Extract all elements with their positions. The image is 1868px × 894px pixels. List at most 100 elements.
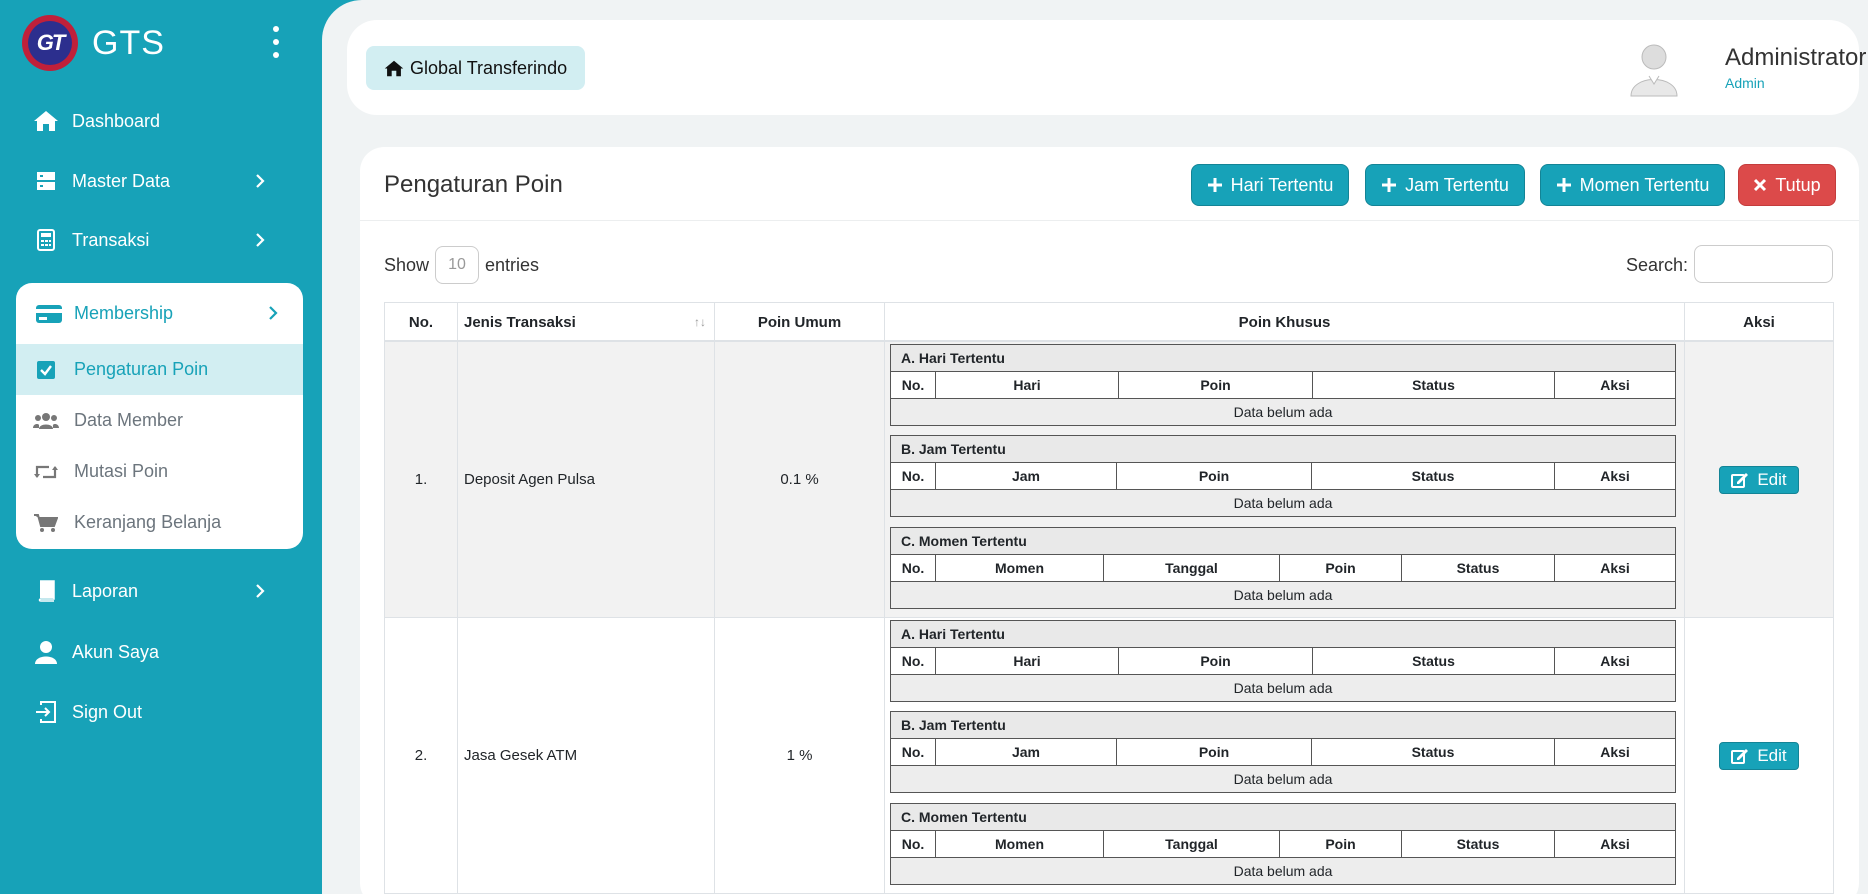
sub-table-empty: Data belum ada [891,582,1675,608]
chevron-right-icon [256,584,265,598]
button-label: Jam Tertentu [1405,174,1509,195]
sidebar: GT GTS Dashboard Master Data Transaksi M… [0,0,322,894]
cell-poin-khusus: A. Hari Tertentu No. Hari Poin Status Ak… [885,618,1685,893]
sub-table-header: No. Jam Poin Status Aksi [891,739,1675,766]
sub-col-aksi: Aksi [1600,560,1630,576]
users-icon [32,410,60,432]
brand[interactable]: GT GTS [22,14,165,72]
header-label: Jenis Transaksi [464,313,576,331]
header-poin-umum[interactable]: Poin Umum [715,303,885,341]
sub-col-poin: Poin [1280,831,1402,857]
sidebar-subitem-label: Keranjang Belanja [74,512,222,532]
cell-poin-umum: 0.1 % [715,342,885,617]
sub-col-hari: Hari [936,372,1119,398]
sidebar-subitem-keranjang-belanja[interactable]: Keranjang Belanja [16,497,303,548]
sub-col-aksi: Aksi [1600,653,1630,669]
sidebar-item-membership[interactable]: Membership [16,283,303,344]
chevron-right-icon [256,174,265,188]
sub-col-aksi: Aksi [1600,744,1630,760]
calculator-icon [32,228,60,252]
show-entries: Show 10 entries [384,245,539,285]
chevron-right-icon [256,233,265,247]
sub-col-status: Status [1313,372,1555,398]
sign-out-icon [32,700,60,724]
search-label: Search: [1626,255,1689,275]
sub-col-status: Status [1312,739,1555,765]
sidebar-item-label: Dashboard [72,110,161,131]
sidebar-item-label: Membership [74,303,174,323]
sub-table-title: A. Hari Tertentu [891,345,1675,372]
sidebar-item-transaksi[interactable]: Transaksi [32,220,290,260]
edit-button[interactable]: Edit [1719,741,1799,770]
sub-table-header: No. Hari Poin Status Aksi [891,372,1675,399]
entries-select[interactable]: 10 [435,246,480,284]
sidebar-item-sign-out[interactable]: Sign Out [32,692,290,732]
add-momen-tertentu-button[interactable]: Momen Tertentu [1540,164,1725,206]
cell-aksi: Edit [1685,618,1833,893]
edit-label: Edit [1757,469,1787,489]
pengaturan-poin-card: Pengaturan Poin Hari Tertentu Jam Terten… [360,147,1859,894]
table-header: No. Jenis Transaksi ↑↓ Poin Umum Poin Kh… [384,302,1834,342]
brand-name: GTS [92,23,165,62]
entries-label: entries [485,254,540,275]
close-icon [1753,178,1767,192]
check-square-icon [32,359,60,381]
cell-poin-umum: 1 % [715,618,885,893]
sidebar-item-master-data[interactable]: Master Data [32,161,290,201]
cell-poin-khusus: A. Hari Tertentu No. Hari Poin Status Ak… [885,342,1685,617]
sub-table-jam: B. Jam Tertentu No. Jam Poin Status Aksi… [890,711,1676,793]
sub-col-no: No. [891,555,936,581]
sub-col-status: Status [1313,648,1555,674]
sub-col-aksi: Aksi [1600,836,1630,852]
breadcrumb-home[interactable]: Global Transferindo [366,46,586,90]
sub-col-poin: Poin [1119,648,1313,674]
header-aksi[interactable]: Aksi [1685,303,1833,341]
sub-col-jam: Jam [936,463,1117,489]
sub-table-empty: Data belum ada [891,490,1675,516]
sidebar-subitem-label: Data Member [74,410,184,430]
sidebar-item-label: Akun Saya [72,641,160,662]
header-jenis-transaksi[interactable]: Jenis Transaksi ↑↓ [458,303,715,341]
edit-button[interactable]: Edit [1719,465,1799,494]
sub-table-momen: C. Momen Tertentu No. Momen Tanggal Poin… [890,803,1676,885]
table-row: 2. Jasa Gesek ATM 1 % A. Hari Tertentu N… [384,618,1834,894]
book-icon [32,579,60,603]
header-poin-khusus[interactable]: Poin Khusus [885,303,1685,341]
add-jam-tertentu-button[interactable]: Jam Tertentu [1365,164,1525,206]
sub-table-momen: C. Momen Tertentu No. Momen Tanggal Poin… [890,527,1676,609]
sidebar-item-dashboard[interactable]: Dashboard [32,101,290,141]
sub-table-title: B. Jam Tertentu [891,712,1675,739]
shopping-cart-icon [32,512,60,534]
sub-col-aksi: Aksi [1600,377,1630,393]
kebab-menu-icon[interactable] [266,26,286,58]
sub-col-momen: Momen [936,831,1104,857]
add-hari-tertentu-button[interactable]: Hari Tertentu [1191,164,1349,206]
sidebar-subitem-data-member[interactable]: Data Member [16,395,303,446]
sub-col-no: No. [891,648,936,674]
user-role: Admin [1725,75,1765,91]
button-label: Tutup [1775,174,1821,195]
home-icon [32,109,60,133]
membership-panel: Membership Pengaturan Poin Data Member M… [16,283,303,549]
sidebar-item-laporan[interactable]: Laporan [32,571,290,611]
sub-table-title: B. Jam Tertentu [891,436,1675,463]
sub-col-aksi: Aksi [1600,468,1630,484]
sidebar-subitem-pengaturan-poin[interactable]: Pengaturan Poin [16,344,303,395]
sidebar-item-akun-saya[interactable]: Akun Saya [32,632,290,672]
sub-table-title: C. Momen Tertentu [891,528,1675,555]
sub-col-jam: Jam [936,739,1117,765]
sidebar-subitem-label: Pengaturan Poin [74,359,209,379]
avatar[interactable] [1623,36,1685,98]
card-header: Pengaturan Poin Hari Tertentu Jam Terten… [360,147,1859,221]
sub-col-tanggal: Tanggal [1104,831,1280,857]
server-icon [32,169,60,193]
user-name: Administrator [1725,44,1867,71]
header-no[interactable]: No. [385,303,458,341]
edit-label: Edit [1757,745,1787,765]
search-input[interactable] [1694,245,1833,283]
edit-icon [1731,472,1749,488]
sub-col-momen: Momen [936,555,1104,581]
tutup-button[interactable]: Tutup [1738,164,1836,206]
sidebar-subitem-mutasi-poin[interactable]: Mutasi Poin [16,446,303,497]
sub-table-header: No. Hari Poin Status Aksi [891,648,1675,675]
